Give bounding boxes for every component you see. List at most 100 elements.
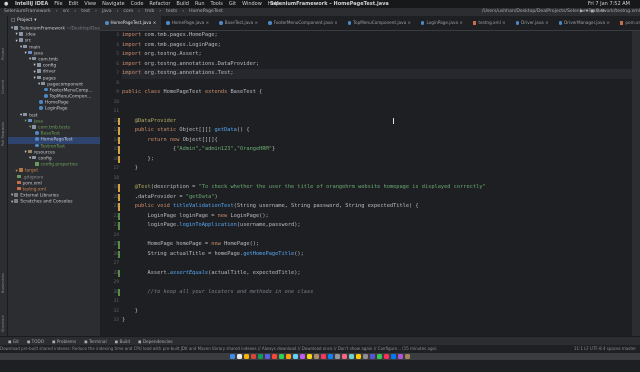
code-line[interactable]: {"Admin","admin123","OrangeHRM"} [118, 145, 632, 155]
dock-app-icon[interactable] [230, 354, 235, 359]
dock-app-icon[interactable] [384, 354, 389, 359]
tree-item[interactable]: ▾ Scratches and Consoles [8, 199, 100, 205]
project-panel-header[interactable]: □ Project ▾ [8, 16, 100, 26]
code-line[interactable]: import org.testng.Assert; [122, 50, 632, 60]
dock-app-icon[interactable] [251, 354, 256, 359]
dock-app-icon[interactable] [349, 354, 354, 359]
close-icon[interactable]: × [605, 20, 610, 25]
dock-app-icon[interactable] [370, 354, 375, 359]
close-icon[interactable]: × [253, 20, 259, 25]
dock-app-icon[interactable] [258, 354, 263, 359]
breadcrumb-item[interactable]: HomePageTest [189, 9, 223, 14]
code-line[interactable]: } [122, 316, 632, 326]
code-line[interactable]: import com.tmb.pages.LoginPage; [122, 41, 632, 51]
bottom-tool-build[interactable]: ◼ Build [115, 339, 130, 344]
code-line[interactable]: @DataProvider [118, 117, 632, 127]
menu-item[interactable]: View [84, 1, 96, 7]
code-line[interactable]: import org.testng.annotations.Test; [122, 69, 632, 79]
dock-app-icon[interactable] [286, 354, 291, 359]
dock-app-icon[interactable] [356, 354, 361, 359]
dock-app-icon[interactable] [335, 354, 340, 359]
close-icon[interactable]: × [151, 20, 157, 25]
dock-app-icon[interactable] [398, 354, 403, 359]
code-line[interactable] [122, 98, 632, 108]
menu-item[interactable]: Edit [69, 1, 79, 7]
close-icon[interactable]: × [204, 20, 210, 25]
code-line[interactable] [122, 174, 632, 184]
code-line[interactable] [122, 278, 632, 288]
code-line[interactable]: import com.tmb.pages.HomePage; [122, 31, 632, 41]
dock-app-icon[interactable] [300, 354, 305, 359]
menu-item[interactable]: Run [195, 1, 205, 7]
bottom-tool-git[interactable]: ◼ Git [8, 339, 19, 344]
code-line[interactable]: String actualTitle = homePage.getHomePag… [118, 250, 632, 260]
menu-item[interactable]: Tools [211, 1, 223, 7]
tool-window-project[interactable]: Project [1, 20, 6, 60]
dock-app-icon[interactable] [265, 354, 270, 359]
editor-tab[interactable]: pom.xml × [615, 16, 640, 30]
dock-app-icon[interactable] [321, 354, 326, 359]
code-line[interactable]: HomePage homePage = new HomePage(); [118, 240, 632, 250]
breadcrumb-item[interactable]: com [123, 9, 133, 14]
code-line[interactable] [122, 259, 632, 269]
breadcrumb-item[interactable]: tests [166, 9, 177, 14]
apple-icon[interactable]: ● [4, 1, 8, 7]
code-line[interactable]: public class HomePageTest extends BaseTe… [122, 88, 632, 98]
code-line[interactable] [122, 231, 632, 241]
breadcrumb-item[interactable]: tmb [145, 9, 154, 14]
breadcrumb-item[interactable]: src [63, 9, 70, 14]
status-message[interactable]: Download pre-built shared indexes: Reduc… [0, 346, 437, 351]
code-line[interactable]: ,dataProvider = "getData") [118, 193, 632, 203]
editor-tab[interactable]: HomePageTest.java × [100, 16, 162, 30]
code-line[interactable] [122, 107, 632, 117]
tool-window-bookmarks[interactable]: Bookmarks [1, 261, 6, 293]
bottom-tool-problems[interactable]: ◼ Problems [52, 339, 76, 344]
dock-app-icon[interactable] [391, 354, 396, 359]
code-line[interactable] [122, 297, 632, 307]
code-line[interactable]: } [122, 307, 632, 317]
dock-app-icon[interactable] [279, 354, 284, 359]
code-line[interactable] [122, 79, 632, 89]
breadcrumb-item[interactable]: test [81, 9, 90, 14]
menu-item[interactable]: Refactor [149, 1, 170, 7]
editor-tab[interactable]: testng.xml × [468, 16, 511, 30]
code-line[interactable]: @Test(description = "To check whether th… [118, 183, 632, 193]
dock-app-icon[interactable] [307, 354, 312, 359]
dock-app-icon[interactable] [293, 354, 298, 359]
code-line[interactable]: return new Object[][]{ [118, 136, 632, 146]
editor-tab[interactable]: FooterMenuComponent.java × [263, 16, 343, 30]
close-icon[interactable]: × [406, 20, 411, 25]
code-line[interactable]: } [122, 164, 632, 174]
close-icon[interactable]: × [458, 20, 463, 25]
editor-tab[interactable]: DriverManager.java × [554, 16, 615, 30]
close-icon[interactable]: × [501, 20, 506, 25]
run-configuration-select[interactable]: /Users/ushhan/Desktop/DealProjects/Selen… [482, 8, 640, 16]
dock-app-icon[interactable] [244, 354, 249, 359]
editor-tab[interactable]: Driver.java × [511, 16, 554, 30]
bottom-tool-todo[interactable]: ◼ TODO [27, 339, 44, 344]
status-position[interactable]: 11:1 LF UTF-8 4 spaces master [574, 345, 636, 353]
close-icon[interactable]: × [544, 20, 549, 25]
code-line[interactable]: public static Object[][] getData() { [118, 126, 632, 136]
menu-item[interactable]: Code [131, 1, 144, 7]
dock-app-icon[interactable] [377, 354, 382, 359]
bottom-tool-dependencies[interactable]: ◼ Dependencies [138, 339, 173, 344]
close-icon[interactable]: × [333, 20, 338, 25]
code-editor[interactable]: import com.tmb.pages.HomePage; import com… [118, 31, 632, 335]
dock-app-icon[interactable] [405, 354, 410, 359]
tool-window-commit[interactable]: Commit [1, 64, 6, 94]
tool-window-pull-requests[interactable]: Pull Requests [1, 98, 6, 146]
menu-item[interactable]: File [54, 1, 62, 7]
editor-tab[interactable]: HomePage.java × [161, 16, 214, 30]
dock-app-icon[interactable] [272, 354, 277, 359]
dock-app-icon[interactable] [342, 354, 347, 359]
editor-tab[interactable]: LoginPage.java × [416, 16, 468, 30]
dock-app-icon[interactable] [328, 354, 333, 359]
code-line[interactable]: //to keep all your locators and methods … [118, 288, 632, 298]
code-line[interactable]: Assert.assertEquals(actualTitle, expecte… [118, 269, 632, 279]
breadcrumb-item[interactable]: java [102, 9, 112, 14]
breadcrumb-item[interactable]: SeleniumFramework [4, 9, 51, 14]
menu-item[interactable]: Window [242, 1, 262, 7]
toolbar-run-icons[interactable]: ▶ ✦ ◼ Q ⚙ [580, 8, 605, 16]
tool-window-structure[interactable]: Structure [1, 298, 6, 332]
